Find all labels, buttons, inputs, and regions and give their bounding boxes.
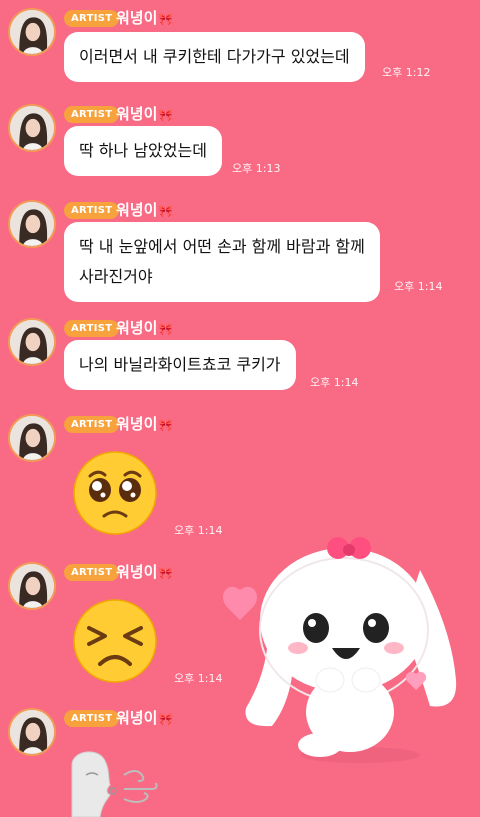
message-bubble[interactable]: 딱 내 눈앞에서 어떤 손과 함께 바람과 함께 사라진거야 (64, 222, 380, 302)
artist-badge: ARTIST (64, 202, 120, 219)
message-time: 오후 1:14 (174, 672, 223, 685)
avatar-photo (10, 202, 54, 246)
message-time: 오후 1:14 (310, 376, 359, 389)
avatar-photo (10, 416, 54, 460)
sender-name[interactable]: 워녕이🎀 (116, 708, 173, 729)
artist-badge: ARTIST (64, 416, 120, 433)
message-bubble[interactable]: 이러면서 내 쿠키한테 다가가구 있었는데 (64, 32, 365, 82)
avatar-photo (10, 710, 54, 754)
pleading-face-emoji[interactable] (72, 450, 158, 536)
avatar[interactable] (8, 708, 56, 756)
artist-badge: ARTIST (64, 10, 120, 27)
bow-icon: 🎀 (158, 12, 174, 26)
message-time: 오후 1:14 (174, 524, 223, 537)
sender-name[interactable]: 워녕이🎀 (116, 562, 173, 583)
sender-name[interactable]: 워녕이🎀 (116, 200, 173, 221)
message-time: 오후 1:13 (232, 162, 281, 175)
artist-badge: ARTIST (64, 106, 120, 123)
avatar[interactable] (8, 562, 56, 610)
bow-icon: 🎀 (158, 322, 174, 336)
avatar[interactable] (8, 8, 56, 56)
avatar[interactable] (8, 414, 56, 462)
bow-icon: 🎀 (158, 712, 174, 726)
bow-icon: 🎀 (158, 108, 174, 122)
message-line: 사라진거야 (79, 267, 153, 286)
chat-screen: ARTIST 워녕이🎀 이러면서 내 쿠키한테 다가가구 있었는데 오후 1:1… (0, 0, 480, 817)
bunny-mascot (223, 537, 457, 763)
avatar-photo (10, 10, 54, 54)
bow-icon: 🎀 (158, 566, 174, 580)
sender-name[interactable]: 워녕이🎀 (116, 104, 173, 125)
message-line: 딱 내 눈앞에서 어떤 손과 함께 바람과 함께 (79, 237, 365, 256)
persevering-face-emoji[interactable] (72, 598, 158, 684)
avatar[interactable] (8, 200, 56, 248)
sender-name-text: 워녕이 (116, 563, 158, 581)
avatar[interactable] (8, 104, 56, 152)
sender-name-text: 워녕이 (116, 105, 158, 123)
artist-badge: ARTIST (64, 710, 120, 727)
avatar-photo (10, 106, 54, 150)
avatar-photo (10, 320, 54, 364)
sender-name-text: 워녕이 (116, 9, 158, 27)
blowing-wind-sticker[interactable] (66, 745, 162, 817)
artist-badge: ARTIST (64, 564, 120, 581)
message-bubble[interactable]: 나의 바닐라화이트쵸코 쿠키가 (64, 340, 296, 390)
message-time: 오후 1:12 (382, 66, 431, 79)
sender-name[interactable]: 워녕이🎀 (116, 8, 173, 29)
sender-name-text: 워녕이 (116, 319, 158, 337)
sender-name-text: 워녕이 (116, 201, 158, 219)
bow-icon: 🎀 (158, 418, 174, 432)
avatar[interactable] (8, 318, 56, 366)
artist-badge: ARTIST (64, 320, 120, 337)
sender-name[interactable]: 워녕이🎀 (116, 318, 173, 339)
sender-name[interactable]: 워녕이🎀 (116, 414, 173, 435)
avatar-photo (10, 564, 54, 608)
bow-icon: 🎀 (158, 204, 174, 218)
message-time: 오후 1:14 (394, 280, 443, 293)
sender-name-text: 워녕이 (116, 415, 158, 433)
message-bubble[interactable]: 딱 하나 남았었는데 (64, 126, 222, 176)
sender-name-text: 워녕이 (116, 709, 158, 727)
